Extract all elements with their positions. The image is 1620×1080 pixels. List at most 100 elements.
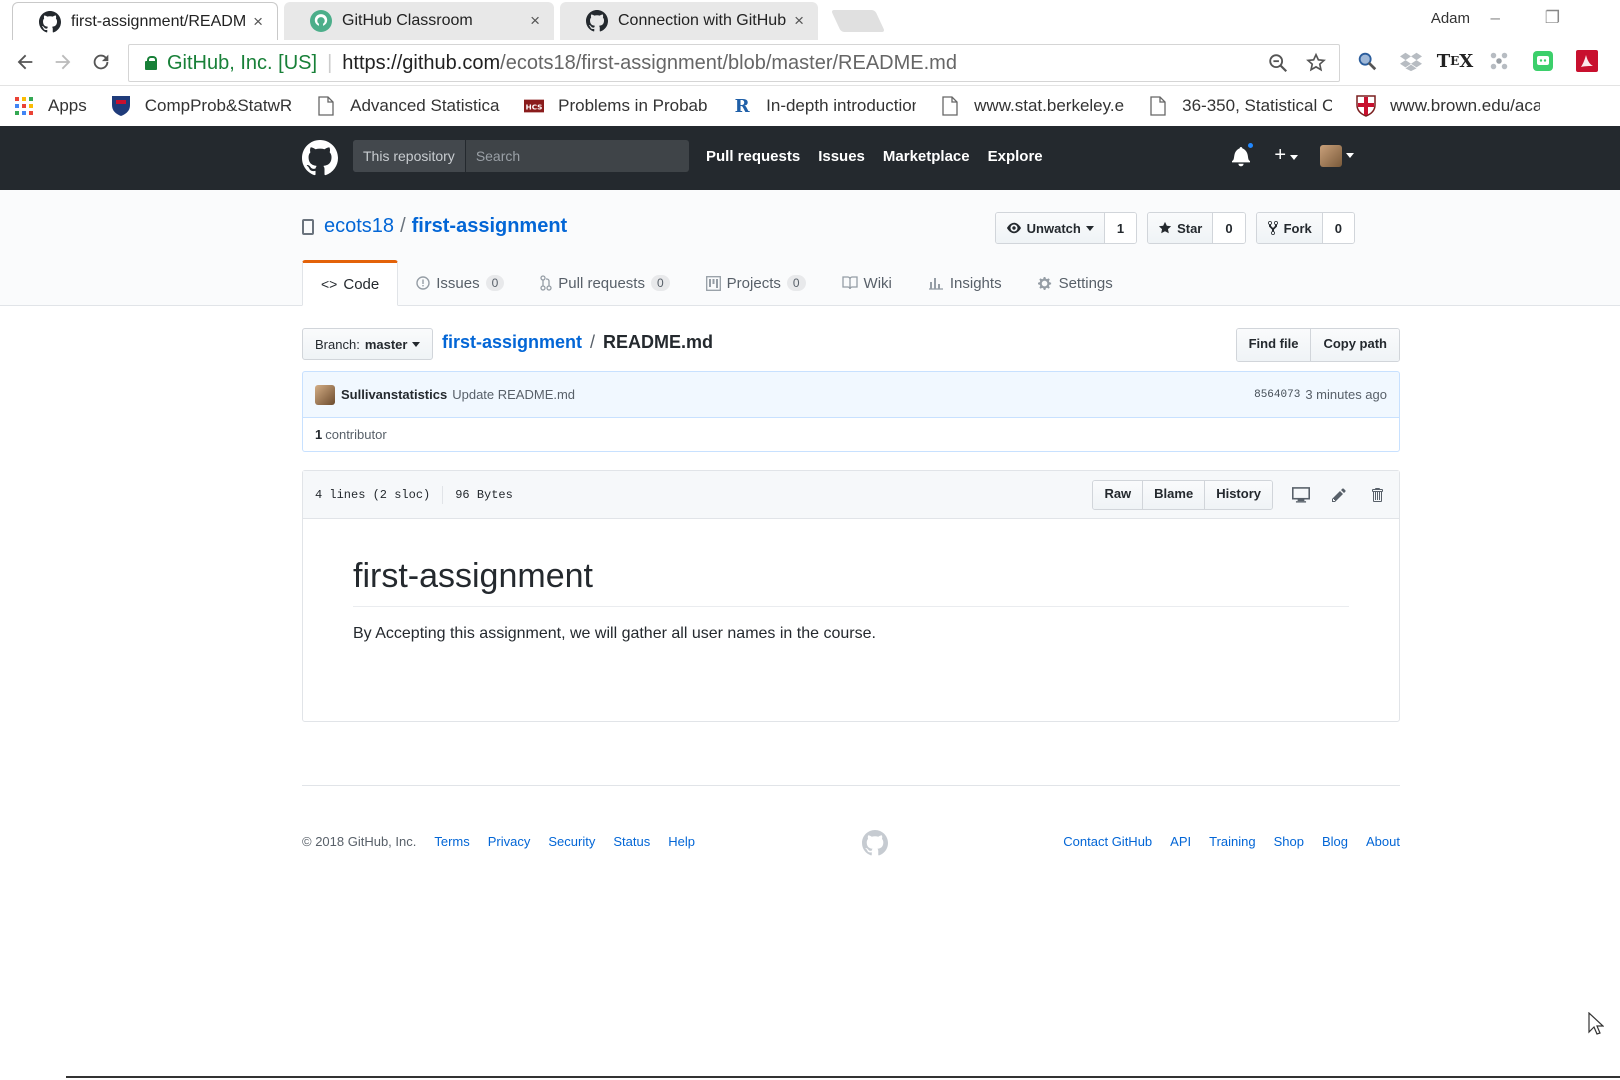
star-button[interactable]: Star: [1148, 213, 1214, 243]
footer-link-terms[interactable]: Terms: [434, 834, 469, 849]
search-scope[interactable]: This repository: [353, 140, 466, 172]
pulls-counter: 0: [650, 275, 670, 291]
commit-message[interactable]: Update README.md: [452, 387, 575, 402]
github-mark-icon[interactable]: [862, 830, 888, 856]
lock-icon: [145, 56, 157, 70]
close-icon[interactable]: ×: [794, 11, 804, 31]
extension-magnifier-icon[interactable]: [1354, 48, 1380, 74]
bookmark-in-depth[interactable]: R In-depth introduction: [732, 96, 916, 117]
tab-projects[interactable]: Projects 0: [688, 260, 824, 306]
star-bookmark-icon[interactable]: [1305, 52, 1327, 74]
bookmark-36-350[interactable]: 36-350, Statistical Computing: [1148, 96, 1332, 116]
bookmark-berkeley[interactable]: www.stat.berkeley.edu: [940, 96, 1124, 116]
footer-link-about[interactable]: About: [1366, 834, 1400, 849]
repo-name-link[interactable]: first-assignment: [412, 215, 568, 238]
browser-tab-readme[interactable]: first-assignment/README.md ×: [12, 2, 278, 40]
bookmark-compprob[interactable]: CompProb&StatwR: [111, 96, 292, 116]
minimize-icon[interactable]: –: [1491, 8, 1500, 28]
trash-icon[interactable]: [1367, 485, 1387, 505]
zoom-out-icon[interactable]: [1267, 52, 1289, 74]
github-logo-icon[interactable]: [302, 140, 338, 176]
footer-link-api[interactable]: API: [1170, 834, 1191, 849]
watchers-count[interactable]: 1: [1104, 213, 1137, 243]
footer-link-training[interactable]: Training: [1209, 834, 1255, 849]
create-new-dropdown[interactable]: +: [1274, 144, 1298, 167]
fork-button-group: Fork 0: [1255, 212, 1355, 244]
repo-owner-link[interactable]: ecots18: [324, 215, 394, 238]
contributors-summary[interactable]: 1 contributor: [302, 418, 1400, 452]
tab-settings[interactable]: Settings: [1020, 260, 1131, 306]
code-icon: <>: [321, 276, 338, 292]
site-footer: © 2018 GitHub, Inc. Terms Privacy Securi…: [302, 785, 1400, 865]
browser-tabstrip: first-assignment/README.md × GitHub Clas…: [0, 0, 1620, 40]
commit-author[interactable]: Sullivanstatistics: [341, 387, 447, 402]
footer-link-privacy[interactable]: Privacy: [488, 834, 531, 849]
copy-path-button[interactable]: Copy path: [1310, 329, 1399, 361]
tab-insights[interactable]: Insights: [910, 260, 1020, 306]
footer-link-help[interactable]: Help: [668, 834, 695, 849]
pdf-extension-icon[interactable]: [1574, 48, 1600, 74]
file-box: 4 lines (2 sloc) 96 Bytes Raw Blame Hist…: [302, 470, 1400, 722]
puzzle-extension-icon[interactable]: [1486, 48, 1512, 74]
security-label[interactable]: GitHub, Inc. [US]: [167, 52, 317, 75]
branch-select-button[interactable]: Branch: master: [302, 328, 434, 360]
footer-link-contact[interactable]: Contact GitHub: [1063, 834, 1152, 849]
tab-code[interactable]: <> Code: [302, 260, 399, 306]
breadcrumb-repo-link[interactable]: first-assignment: [442, 332, 582, 353]
address-divider: |: [327, 51, 333, 74]
raw-button[interactable]: Raw: [1093, 480, 1143, 509]
user-menu-dropdown[interactable]: [1320, 144, 1354, 167]
page-icon: [1148, 96, 1168, 116]
dropbox-icon[interactable]: [1398, 48, 1424, 74]
tab-label: Projects: [726, 274, 781, 292]
footer-link-security[interactable]: Security: [548, 834, 595, 849]
page-icon: [316, 96, 336, 116]
browser-tab-connection[interactable]: Connection with GitHub Classroom ×: [560, 2, 818, 40]
address-bar[interactable]: GitHub, Inc. [US] | https://github.com /…: [128, 44, 1340, 82]
find-file-button[interactable]: Find file: [1236, 329, 1311, 361]
avatar[interactable]: [315, 384, 335, 405]
restore-icon[interactable]: ❐: [1545, 8, 1560, 28]
search-input[interactable]: [465, 148, 666, 164]
nav-marketplace[interactable]: Marketplace: [883, 148, 970, 165]
tab-pull-requests[interactable]: Pull requests 0: [522, 260, 687, 306]
blame-button[interactable]: Blame: [1142, 480, 1205, 509]
notifications-bell-icon[interactable]: [1232, 140, 1256, 167]
close-icon[interactable]: ×: [530, 11, 540, 31]
bookmark-apps[interactable]: Apps: [14, 96, 87, 116]
forks-count[interactable]: 0: [1322, 213, 1354, 243]
bookmark-problems-probability[interactable]: HCS Problems in Probability: [524, 96, 708, 116]
profile-name[interactable]: Adam: [1431, 10, 1470, 27]
star-button-group: Star 0: [1147, 212, 1246, 244]
nav-explore[interactable]: Explore: [988, 148, 1043, 165]
nav-pull-requests[interactable]: Pull requests: [706, 148, 800, 165]
footer-link-status[interactable]: Status: [613, 834, 650, 849]
tab-issues[interactable]: Issues 0: [398, 260, 522, 306]
pencil-icon[interactable]: [1329, 485, 1349, 505]
nav-issues[interactable]: Issues: [818, 148, 865, 165]
fork-button[interactable]: Fork: [1256, 213, 1323, 243]
bookmark-brown[interactable]: www.brown.edu/academics: [1356, 95, 1540, 117]
footer-link-blog[interactable]: Blog: [1322, 834, 1348, 849]
bookmarks-bar: Apps CompProb&StatwR Advanced Statistica…: [0, 86, 1620, 126]
back-arrow-icon[interactable]: [14, 51, 36, 79]
browser-tab-classroom[interactable]: GitHub Classroom ×: [284, 2, 554, 40]
unwatch-button[interactable]: Unwatch: [995, 213, 1105, 243]
stargazers-count[interactable]: 0: [1213, 213, 1245, 243]
desktop-icon[interactable]: [1291, 485, 1311, 505]
reload-icon[interactable]: [90, 51, 112, 79]
bookmark-label: Problems in Probability: [558, 96, 708, 115]
tab-wiki[interactable]: Wiki: [824, 260, 910, 306]
tex-icon[interactable]: TEX: [1437, 48, 1474, 74]
bookmark-advanced-statistical[interactable]: Advanced Statistical: [316, 96, 500, 116]
chat-extension-icon[interactable]: [1530, 48, 1556, 74]
history-button[interactable]: History: [1204, 480, 1272, 509]
new-tab-button[interactable]: [830, 10, 886, 32]
commit-sha[interactable]: 8564073: [1254, 389, 1300, 401]
bookmark-label: 36-350, Statistical Computing: [1182, 96, 1333, 115]
bookmark-label: Apps: [48, 96, 87, 115]
footer-link-shop[interactable]: Shop: [1274, 834, 1304, 849]
close-icon[interactable]: ×: [253, 12, 263, 32]
file-view-buttons: Raw Blame History: [1092, 479, 1273, 510]
forward-arrow-icon[interactable]: [52, 51, 74, 79]
